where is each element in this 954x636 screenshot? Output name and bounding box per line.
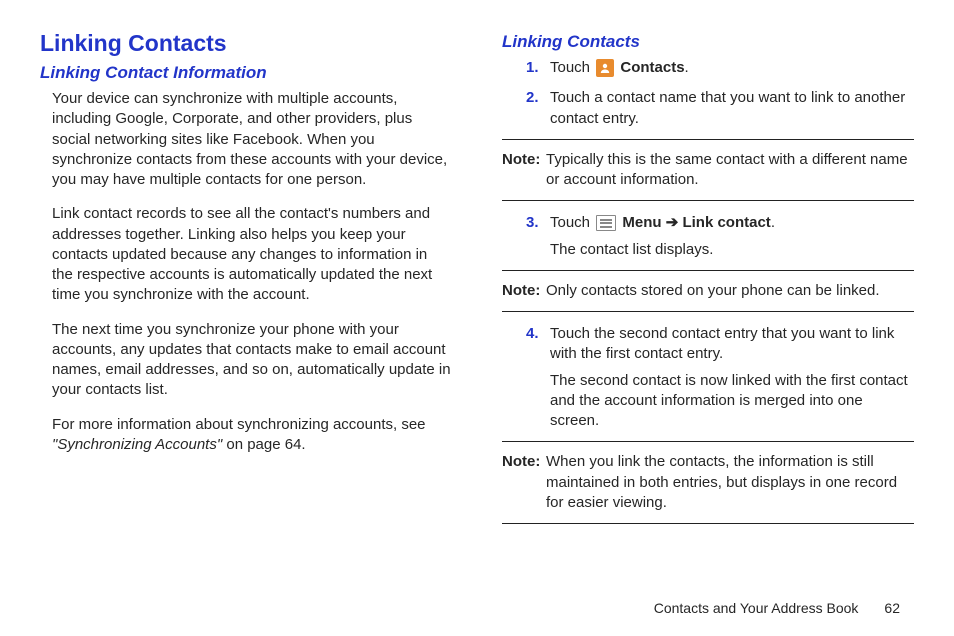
- note-text: Typically this is the same contact with …: [546, 150, 914, 191]
- subheading-linking-contact-information: Linking Contact Information: [40, 63, 452, 83]
- menu-icon: [596, 215, 616, 231]
- paragraph: The next time you synchronize your phone…: [52, 320, 452, 401]
- step-body: Touch the second contact entry that you …: [550, 324, 914, 431]
- step-number: 2.: [526, 88, 550, 129]
- text: Touch: [550, 214, 594, 231]
- step-body: Touch Contacts.: [550, 58, 914, 78]
- footer-section: Contacts and Your Address Book: [654, 600, 859, 616]
- step-body: Touch a contact name that you want to li…: [550, 88, 914, 129]
- text: Touch: [550, 59, 594, 76]
- note-box: Note: Only contacts stored on your phone…: [502, 270, 914, 312]
- heading-linking-contacts: Linking Contacts: [40, 30, 452, 57]
- paragraph: Your device can synchronize with multipl…: [52, 89, 452, 190]
- contacts-label: Contacts: [616, 59, 684, 76]
- text: .: [771, 214, 775, 231]
- paragraph: For more information about synchronizing…: [52, 415, 452, 456]
- page-number: 62: [884, 600, 900, 616]
- text: .: [685, 59, 689, 76]
- reference-link: "Synchronizing Accounts": [52, 436, 222, 453]
- step-number: 3.: [526, 213, 550, 260]
- step-sub: The contact list displays.: [550, 240, 914, 260]
- menu-label: Menu: [618, 214, 661, 231]
- step-number: 4.: [526, 324, 550, 431]
- text: Touch the second contact entry that you …: [550, 325, 894, 362]
- step-2: 2. Touch a contact name that you want to…: [526, 88, 914, 129]
- page-footer: Contacts and Your Address Book 62: [40, 600, 914, 616]
- note-box: Note: When you link the contacts, the in…: [502, 441, 914, 524]
- step-4: 4. Touch the second contact entry that y…: [526, 324, 914, 431]
- subheading-linking-contacts: Linking Contacts: [502, 32, 914, 52]
- paragraph: Link contact records to see all the cont…: [52, 204, 452, 305]
- left-column: Linking Contacts Linking Contact Informa…: [40, 30, 452, 580]
- arrow-icon: ➔: [662, 214, 683, 231]
- note-label: Note:: [502, 281, 546, 301]
- contacts-icon: [596, 59, 614, 77]
- step-3: 3. Touch Menu ➔ Link contact. The contac…: [526, 213, 914, 260]
- text: For more information about synchronizing…: [52, 416, 426, 433]
- step-number: 1.: [526, 58, 550, 78]
- step-body: Touch Menu ➔ Link contact. The contact l…: [550, 213, 914, 260]
- note-text: When you link the contacts, the informat…: [546, 452, 914, 513]
- text: on page 64.: [222, 436, 305, 453]
- note-box: Note: Typically this is the same contact…: [502, 139, 914, 202]
- step-1: 1. Touch Contacts.: [526, 58, 914, 78]
- right-column: Linking Contacts 1. Touch Contacts. 2. T…: [502, 30, 914, 580]
- link-contact-label: Link contact: [682, 214, 770, 231]
- note-text: Only contacts stored on your phone can b…: [546, 281, 914, 301]
- note-label: Note:: [502, 150, 546, 191]
- step-sub: The second contact is now linked with th…: [550, 371, 914, 432]
- note-label: Note:: [502, 452, 546, 513]
